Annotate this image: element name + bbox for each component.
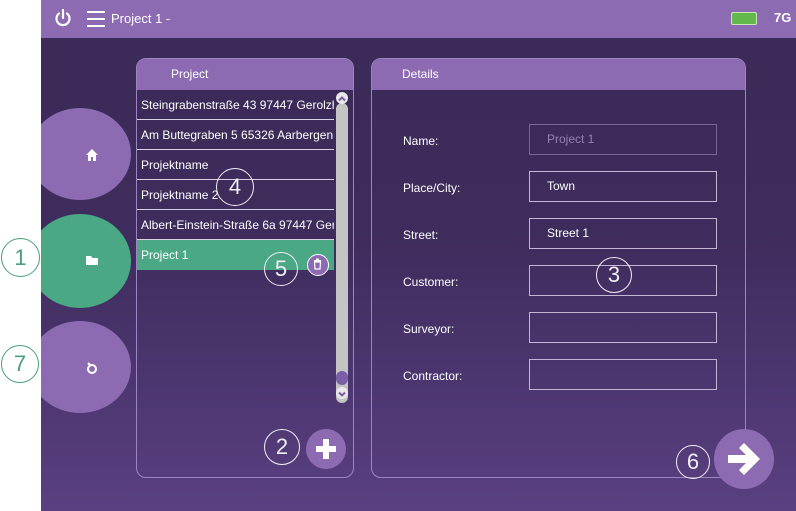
battery-icon bbox=[731, 12, 757, 25]
window-title: Project 1 - bbox=[111, 11, 171, 26]
place-city-field[interactable]: Town bbox=[529, 171, 717, 202]
scroll-down-button[interactable] bbox=[336, 387, 348, 399]
home-icon bbox=[86, 149, 98, 161]
project-panel: Project Steingrabenstraße 43 97447 Gerol… bbox=[136, 58, 354, 478]
callout-number: 4 bbox=[216, 168, 254, 206]
scroll-up-button[interactable] bbox=[336, 92, 348, 104]
details-panel: Details Name: Project 1 Place/City: Town… bbox=[371, 58, 746, 478]
battery-label: 7G bbox=[774, 10, 792, 25]
callout-number: 3 bbox=[596, 257, 632, 293]
tools-button[interactable] bbox=[41, 321, 131, 413]
name-field: Project 1 bbox=[529, 124, 717, 155]
trash-icon bbox=[313, 258, 322, 270]
add-project-button[interactable] bbox=[306, 429, 346, 469]
callout-number: 6 bbox=[676, 445, 710, 479]
scrollbar[interactable] bbox=[336, 103, 348, 403]
contractor-label: Contractor: bbox=[403, 369, 463, 383]
projects-button[interactable] bbox=[41, 214, 131, 308]
plus-icon bbox=[316, 439, 336, 459]
callout-number: 1 bbox=[1, 238, 40, 277]
arrow-right-icon bbox=[728, 443, 760, 475]
app-screen: Project 1 - 7G Project Steingrabenstraße… bbox=[41, 0, 796, 511]
list-item-selected[interactable]: Project 1 bbox=[137, 240, 334, 270]
power-icon[interactable] bbox=[53, 8, 73, 28]
home-button[interactable] bbox=[41, 108, 131, 200]
callout-number: 2 bbox=[264, 429, 300, 465]
next-button[interactable] bbox=[714, 429, 774, 489]
list-item[interactable]: Albert-Einstein-Straße 6a 97447 Gerolzho… bbox=[137, 210, 334, 240]
name-label: Name: bbox=[403, 134, 439, 148]
customer-label: Customer: bbox=[403, 275, 459, 289]
hamburger-menu-icon[interactable] bbox=[87, 11, 105, 27]
street-label: Street: bbox=[403, 228, 439, 242]
top-bar: Project 1 - 7G bbox=[41, 0, 796, 38]
list-item[interactable]: Am Buttegraben 5 65326 Aarbergen bbox=[137, 120, 334, 150]
scrollbar-thumb[interactable] bbox=[336, 371, 348, 385]
tool-icon bbox=[87, 362, 97, 374]
list-item[interactable]: Steingrabenstraße 43 97447 Gerolzhofen bbox=[137, 90, 334, 120]
chevron-up-icon bbox=[338, 96, 346, 102]
delete-project-button[interactable] bbox=[307, 254, 329, 276]
place-city-label: Place/City: bbox=[403, 181, 461, 195]
contractor-field[interactable] bbox=[529, 359, 717, 390]
details-panel-header: Details bbox=[372, 59, 745, 90]
callout-number: 5 bbox=[264, 252, 298, 286]
project-panel-header: Project bbox=[137, 59, 353, 90]
callout-number: 7 bbox=[1, 345, 39, 383]
surveyor-field[interactable] bbox=[529, 312, 717, 343]
folder-icon bbox=[86, 256, 98, 265]
street-field[interactable]: Street 1 bbox=[529, 218, 717, 249]
chevron-down-icon bbox=[338, 391, 346, 397]
surveyor-label: Surveyor: bbox=[403, 322, 455, 336]
